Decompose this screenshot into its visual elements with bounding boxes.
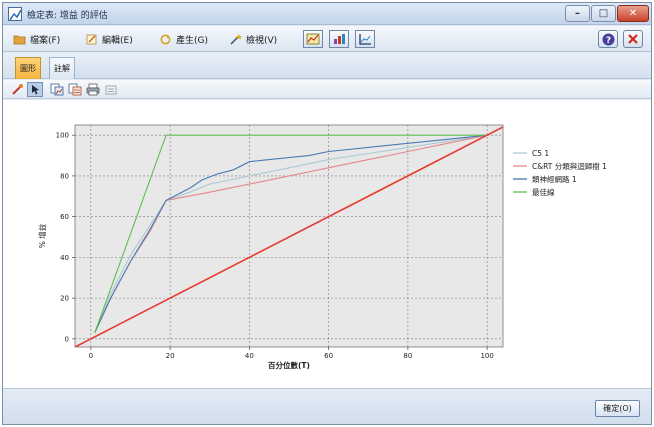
x-tick-label: 0: [89, 352, 93, 360]
gains-chart: 0 20 40 60 80 100 0 20 40 60 80 100 百分位數(T) % 增益 C5…: [37, 124, 607, 370]
legend-label: 最佳線: [532, 187, 555, 197]
chart-axes-button[interactable]: [355, 30, 375, 48]
minimize-button[interactable]: –: [565, 5, 590, 22]
copy-data-button[interactable]: [67, 82, 83, 97]
y-tick-label: 80: [60, 172, 69, 180]
help-icon: ?: [602, 33, 614, 46]
x-axis-label: 百分位數(T): [268, 360, 310, 370]
menu-generate[interactable]: 產生(G): [159, 32, 208, 46]
x-tick-label: 40: [245, 352, 254, 360]
svg-text:?: ?: [605, 36, 610, 46]
y-tick-label: 20: [60, 295, 69, 303]
maximize-button[interactable]: □: [591, 5, 616, 22]
minimize-icon: –: [575, 7, 580, 19]
ok-button[interactable]: 確定(O): [595, 400, 640, 417]
tab-annotations[interactable]: 註解: [49, 57, 75, 79]
tab-graph-label: 圖形: [20, 64, 36, 73]
paint-brush-icon: [334, 34, 345, 44]
close-dialog-button[interactable]: [623, 30, 643, 48]
legend-label: C&RT 分類與迴歸樹 1: [532, 161, 607, 171]
magic-wand-icon: [230, 33, 242, 45]
x-tick-label: 100: [480, 352, 493, 360]
window-close-button[interactable]: ✕: [617, 5, 649, 22]
export-button[interactable]: [103, 82, 119, 97]
close-icon: [628, 34, 638, 44]
menu-edit[interactable]: 編輯(E): [85, 32, 133, 46]
maximize-icon: □: [598, 7, 609, 19]
legend-label: 類神經網路 1: [532, 174, 577, 184]
tab-graph[interactable]: 圖形: [15, 57, 41, 79]
evaluation-window: 檢定表: 增益 的評估 – □ ✕ 檔案(F) 編輯(E) 產生(G) 檢視(V…: [2, 2, 652, 425]
title-bar: 檢定表: 增益 的評估 – □ ✕: [3, 3, 651, 25]
y-axis-label: % 增益: [37, 223, 47, 248]
chart-panel: 0 20 40 60 80 100 0 20 40 60 80 100 百分位數(T) % 增益 C5…: [3, 100, 651, 388]
x-tick-label: 20: [166, 352, 175, 360]
menu-view[interactable]: 檢視(V): [229, 32, 277, 46]
evaluation-chart-icon: [8, 7, 22, 21]
y-tick-label: 0: [65, 335, 69, 343]
axes-icon: [359, 34, 371, 45]
legend-label: C5 1: [532, 149, 549, 158]
tab-annotations-label: 註解: [54, 64, 70, 73]
pointer-icon: [31, 85, 39, 95]
chart-options-icon: [306, 33, 320, 45]
menu-file[interactable]: 檔案(F): [13, 32, 60, 46]
close-icon: ✕: [628, 7, 638, 19]
x-tick-label: 80: [403, 352, 412, 360]
chart-legend: C5 1 C&RT 分類與迴歸樹 1 類神經網路 1 最佳線: [513, 149, 607, 197]
tab-strip: 圖形 註解: [3, 53, 651, 79]
copy-graph-button[interactable]: [49, 82, 65, 97]
y-tick-label: 100: [56, 132, 69, 140]
menu-view-label: 檢視(V): [246, 35, 278, 46]
export-icon: [105, 85, 117, 95]
paint-brush-icon: [11, 84, 23, 95]
menu-file-label: 檔案(F): [30, 35, 61, 46]
menu-generate-label: 產生(G): [176, 35, 208, 46]
y-tick-label: 60: [60, 213, 69, 221]
dialog-footer: 確定(O): [3, 388, 651, 424]
menu-edit-label: 編輯(E): [102, 35, 133, 46]
x-tick-label: 60: [324, 352, 333, 360]
chart-toolbar: [3, 80, 651, 99]
y-tick-label: 40: [60, 254, 69, 262]
refresh-icon: [160, 34, 171, 44]
menu-bar: 檔案(F) 編輯(E) 產生(G) 檢視(V) ?: [3, 26, 651, 52]
select-mode-button[interactable]: [27, 82, 43, 97]
chart-options-button[interactable]: [303, 30, 323, 48]
copy-data-icon: [68, 83, 82, 96]
edit-mode-button[interactable]: [9, 82, 25, 97]
pencil-icon: [86, 34, 97, 44]
printer-icon: [86, 83, 100, 96]
copy-graph-icon: [50, 83, 64, 96]
help-button[interactable]: ?: [598, 30, 618, 48]
chart-paint-button[interactable]: [329, 30, 349, 48]
window-title: 檢定表: 增益 的評估: [27, 11, 108, 21]
folder-icon: [13, 35, 26, 44]
print-button[interactable]: [85, 82, 101, 97]
